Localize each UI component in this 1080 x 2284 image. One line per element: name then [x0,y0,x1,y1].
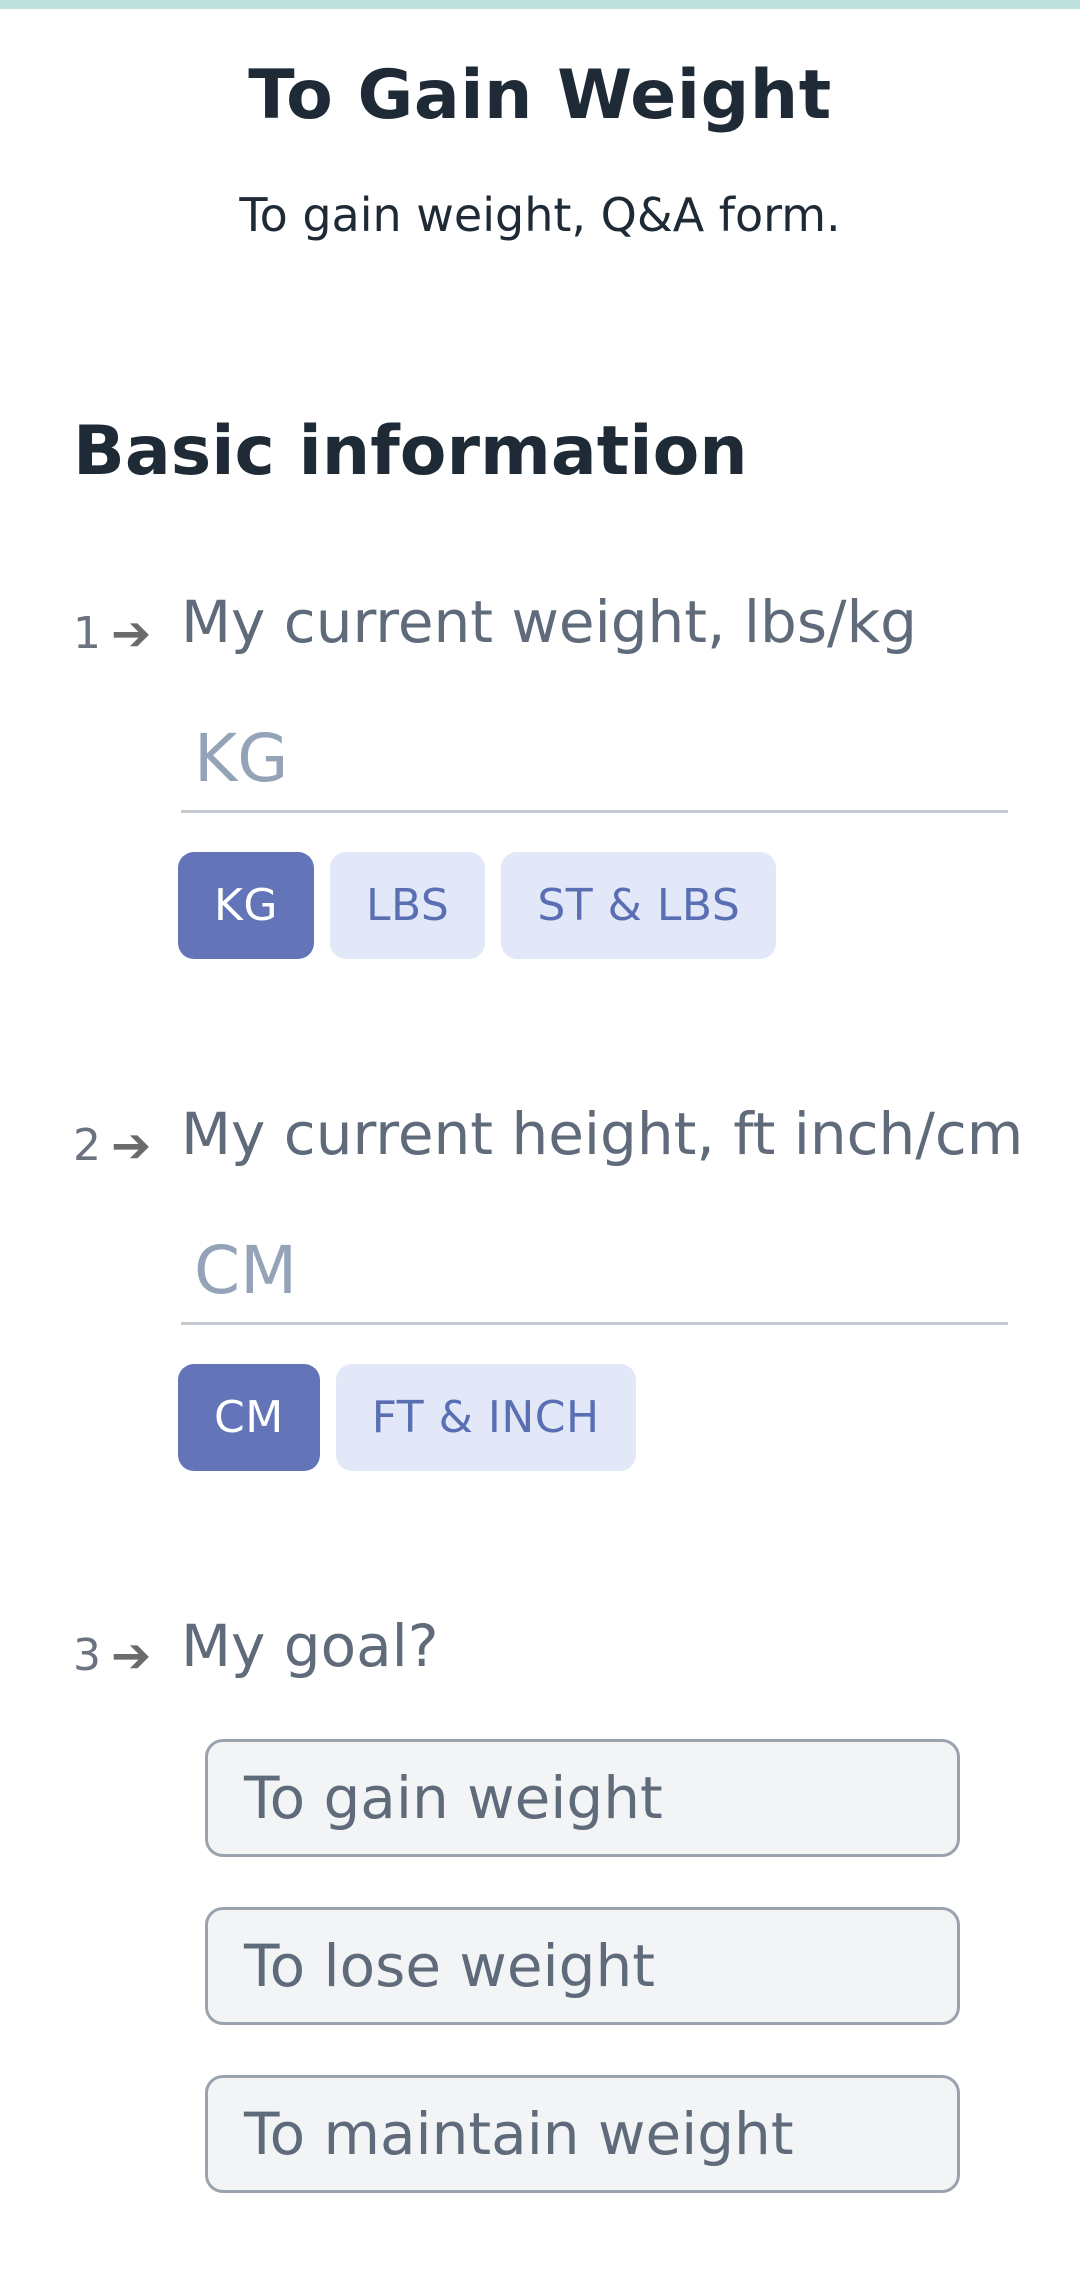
unit-lbs-button[interactable]: LBS [329,852,486,959]
unit-cm-button[interactable]: CM [178,1364,320,1471]
page-title: To Gain Weight [248,56,832,135]
weight-input[interactable] [181,706,1008,810]
question-2-label: My current height, ft inch/cm [181,1100,1024,1168]
question-1-number: 1 ➔ [73,608,151,659]
page-subtitle: To gain weight, Q&A form. [239,188,841,242]
unit-st-lbs-button[interactable]: ST & LBS [501,852,777,959]
height-input[interactable] [181,1218,1008,1322]
weight-unit-selector: KG LBS ST & LBS [178,852,777,959]
goal-option-lose[interactable]: To lose weight [205,1907,960,2025]
height-field-wrapper [181,1218,1008,1325]
question-1-label: My current weight, lbs/kg [181,588,917,656]
arrow-right-icon: ➔ [111,605,152,662]
top-accent-bar [0,0,1080,9]
height-unit-selector: CM FT & INCH [178,1364,636,1471]
unit-kg-button[interactable]: KG [178,852,314,959]
question-3-label: My goal? [181,1612,439,1680]
section-title: Basic information [73,412,748,491]
arrow-right-icon: ➔ [111,1117,152,1174]
question-number: 2 [73,1120,101,1171]
question-number: 3 [73,1630,101,1681]
goal-option-maintain[interactable]: To maintain weight [205,2075,960,2193]
question-number: 1 [73,608,101,659]
question-2-number: 2 ➔ [73,1120,151,1171]
page: To Gain Weight To gain weight, Q&A form.… [0,0,1080,2284]
unit-ft-inch-button[interactable]: FT & INCH [335,1364,636,1471]
goal-option-gain[interactable]: To gain weight [205,1739,960,1857]
question-3-number: 3 ➔ [73,1630,151,1681]
weight-field-wrapper [181,706,1008,813]
arrow-right-icon: ➔ [111,1627,152,1684]
